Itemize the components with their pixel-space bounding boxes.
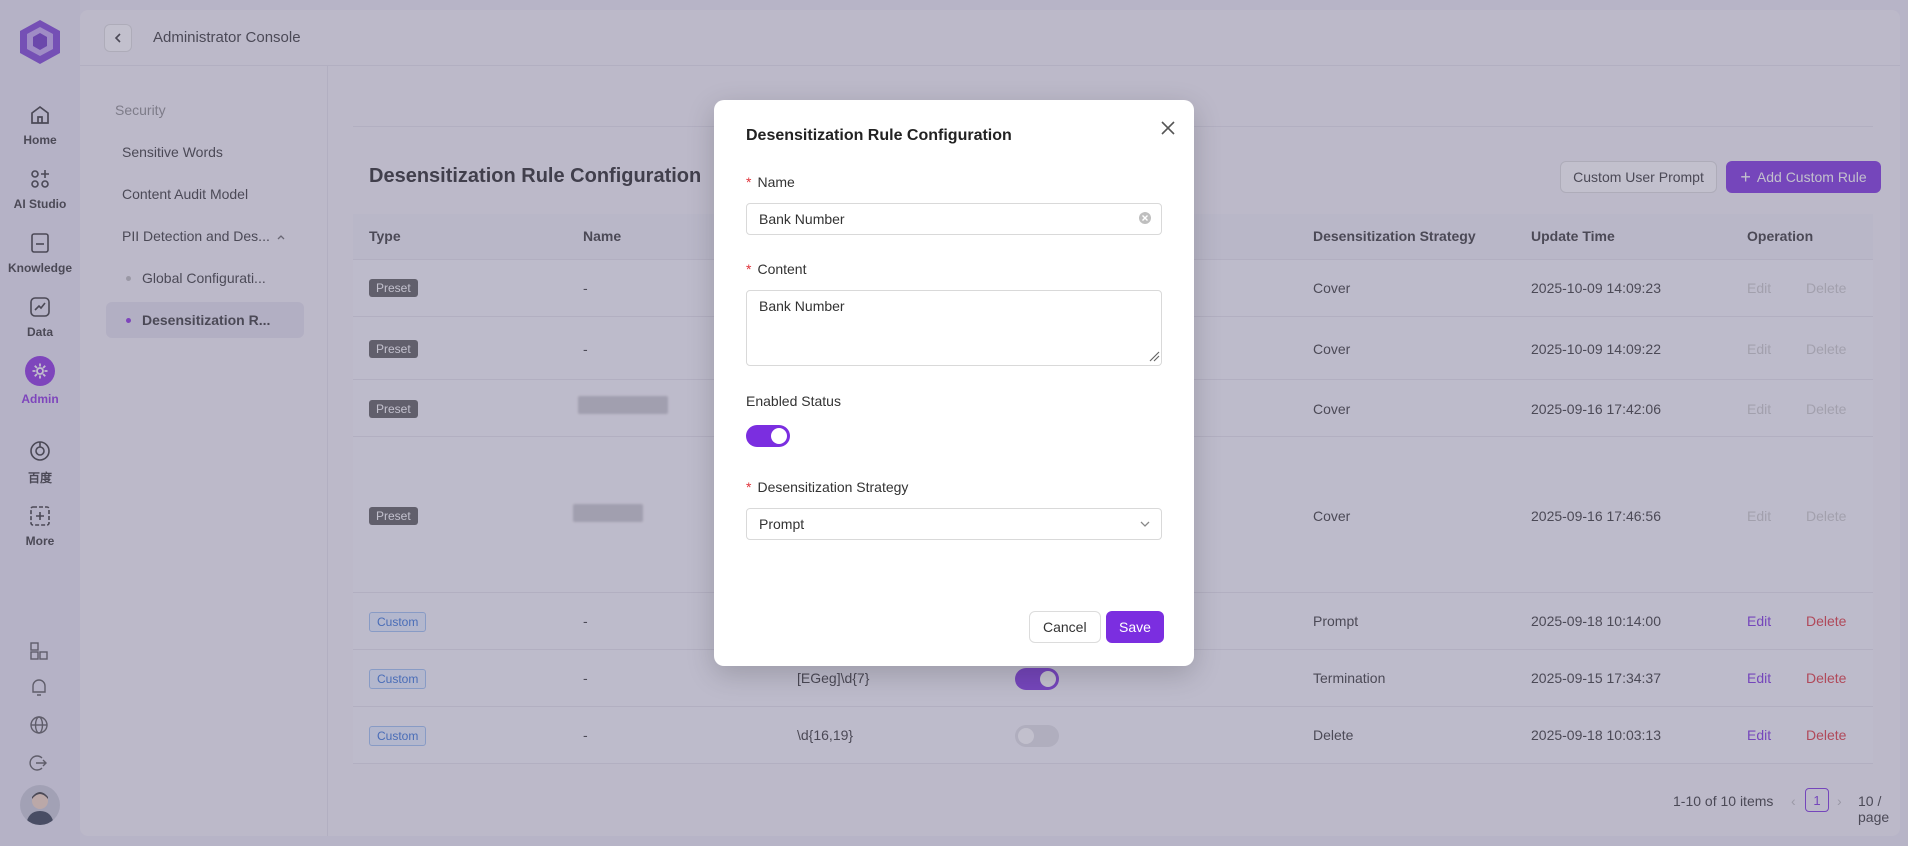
strategy-label-text: Desensitization Strategy: [757, 479, 909, 495]
strategy-select-value: Prompt: [759, 516, 805, 532]
name-label-text: Name: [757, 174, 795, 190]
toggle-knob: [771, 428, 787, 444]
content-field-label: * Content: [746, 261, 807, 277]
enabled-status-toggle[interactable]: [746, 425, 790, 447]
close-icon[interactable]: [1158, 118, 1178, 138]
cancel-button[interactable]: Cancel: [1029, 611, 1101, 643]
content-label-text: Content: [757, 261, 807, 277]
modal-title: Desensitization Rule Configuration: [746, 127, 1012, 144]
name-field-label: * Name: [746, 174, 795, 190]
strategy-field-label: * Desensitization Strategy: [746, 479, 909, 495]
rule-config-modal: Desensitization Rule Configuration * Name…: [714, 100, 1194, 666]
resize-handle-icon[interactable]: [1148, 350, 1160, 362]
chevron-down-icon[interactable]: [1138, 517, 1152, 531]
enabled-status-label: Enabled Status: [746, 393, 841, 409]
clear-input-icon[interactable]: [1138, 211, 1152, 225]
name-field[interactable]: [746, 203, 1162, 235]
save-button[interactable]: Save: [1106, 611, 1164, 643]
strategy-select[interactable]: Prompt: [746, 508, 1162, 540]
content-textarea[interactable]: Bank Number: [746, 290, 1162, 366]
